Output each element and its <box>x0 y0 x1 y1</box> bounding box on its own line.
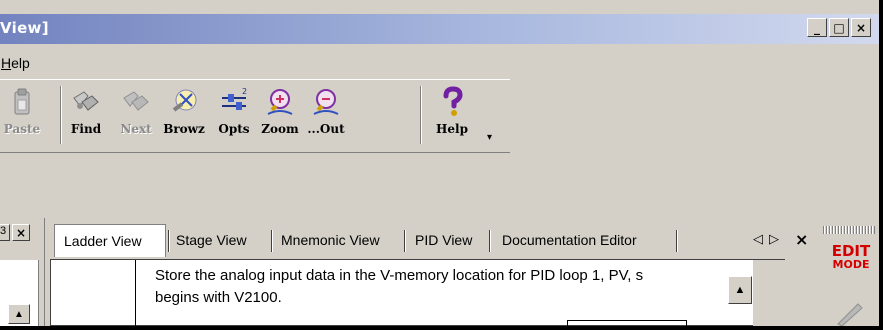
instruction-box[interactable] <box>567 320 687 326</box>
window-title: View] <box>0 19 49 37</box>
edit-mode-line-1: EDIT <box>831 242 871 260</box>
browse-label: Browz <box>163 122 205 136</box>
tab-scroll-right-icon[interactable]: ▷ <box>769 232 785 247</box>
left-power-rail <box>135 260 136 326</box>
side-panel-scroll-up[interactable]: ▲ <box>8 304 30 324</box>
side-panel-close-button[interactable]: × <box>12 224 30 241</box>
help-question-icon <box>443 86 463 116</box>
tab-pid-view[interactable]: PID View <box>415 226 472 256</box>
options-icon: 2 <box>222 87 247 110</box>
paste-button[interactable]: Paste <box>0 84 44 148</box>
find-button[interactable]: Find <box>64 84 108 148</box>
rung-comment[interactable]: Store the analog input data in the V-mem… <box>155 265 643 309</box>
ladder-editor[interactable]: Store the analog input data in the V-mem… <box>50 259 786 326</box>
rung-comment-line-2: begins with V2100. <box>155 289 282 306</box>
find-label: Find <box>70 122 102 136</box>
browse-icon <box>172 89 197 112</box>
tab-scroll-left-icon[interactable]: ◁ <box>753 232 769 247</box>
help-label: Help <box>436 122 468 136</box>
options-button[interactable]: 2 Opts <box>212 84 256 148</box>
palette-grip[interactable] <box>823 226 875 234</box>
help-button[interactable]: Help <box>430 84 474 148</box>
tab-ladder-view[interactable]: Ladder View <box>54 224 166 257</box>
edit-mode-line-2: MODE <box>832 258 870 271</box>
next-button[interactable]: Next <box>114 84 158 148</box>
close-button[interactable]: × <box>851 18 871 37</box>
find-binoculars-icon <box>73 91 99 111</box>
tab-mnemonic-view[interactable]: Mnemonic View <box>281 226 380 256</box>
tab-separator <box>166 226 174 256</box>
tab-stage-view[interactable]: Stage View <box>176 226 247 256</box>
side-panel-pin-button[interactable]: 3 <box>0 224 10 241</box>
tab-separator <box>271 226 279 256</box>
next-label: Next <box>120 122 152 136</box>
browse-button[interactable]: Browz <box>162 84 206 148</box>
toolbar-separator <box>60 86 62 144</box>
zoom-out-icon <box>313 89 339 115</box>
tab-separator <box>404 226 412 256</box>
editor-scrollbar-track[interactable] <box>753 260 786 326</box>
paste-icon <box>14 88 30 115</box>
window-controls: _ □ × <box>807 18 871 37</box>
maximize-button[interactable]: □ <box>829 18 849 37</box>
comment-scroll-up[interactable]: ▲ <box>728 276 752 304</box>
zoom-out-label: ...Out <box>307 122 345 136</box>
rung-comment-line-1: Store the analog input data in the V-mem… <box>155 267 644 284</box>
zoom-label: Zoom <box>261 122 299 136</box>
svg-text:2: 2 <box>242 87 247 96</box>
close-tab-icon[interactable]: × <box>795 230 808 249</box>
title-bar[interactable]: View] _ □ × <box>0 14 879 44</box>
help-dropdown-arrow[interactable]: ▾ <box>487 132 492 143</box>
app-window: View] _ □ × Help Paste Find Next Browz 2… <box>0 0 881 328</box>
docked-side-panel: 3 × ▲ <box>0 218 45 326</box>
edit-mode-indicator[interactable]: EDIT MODE <box>823 244 879 272</box>
options-label: Opts <box>218 122 250 136</box>
toolbar: Paste Find Next Browz 2 Opts Zoom ...Out… <box>0 79 510 153</box>
menu-help[interactable]: Help <box>1 55 30 71</box>
zoom-in-button[interactable]: Zoom <box>258 84 302 148</box>
tab-separator <box>676 226 684 256</box>
pencil-icon[interactable] <box>832 300 868 326</box>
zoom-in-icon <box>267 89 293 115</box>
minimize-button[interactable]: _ <box>807 18 827 37</box>
toolbar-separator <box>420 86 422 144</box>
tab-separator <box>489 226 497 256</box>
paste-label: Paste <box>3 122 41 136</box>
zoom-out-button[interactable]: ...Out <box>304 84 348 148</box>
tab-scroll-arrows: ◁▷ <box>753 232 785 247</box>
find-next-icon <box>123 91 149 111</box>
tab-documentation-editor[interactable]: Documentation Editor <box>502 226 637 256</box>
